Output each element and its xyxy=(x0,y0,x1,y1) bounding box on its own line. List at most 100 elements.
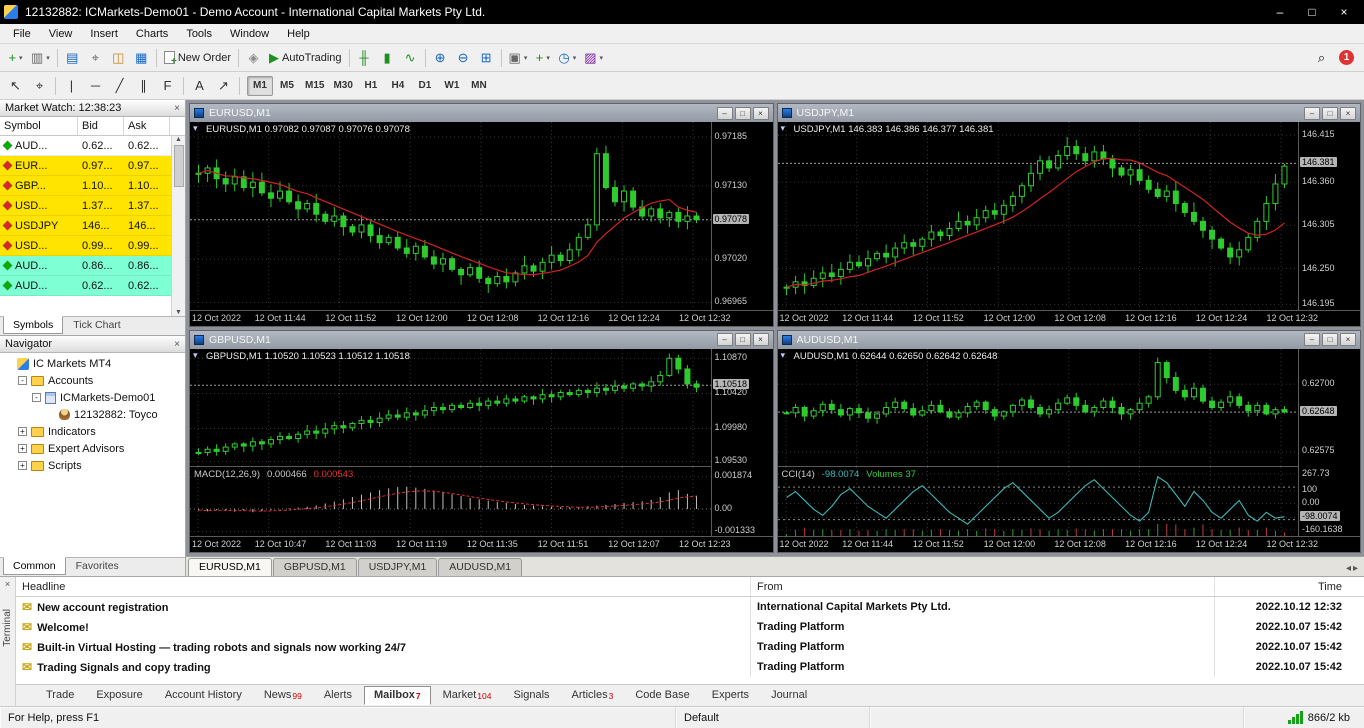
timeframe-w1[interactable]: W1 xyxy=(439,76,465,96)
menu-file[interactable]: File xyxy=(4,26,40,42)
mail-row-built-in-virtual-hosting-tradi[interactable]: ✉Built-in Virtual Hosting — trading robo… xyxy=(16,637,1364,657)
market-watch-close-icon[interactable]: × xyxy=(174,103,180,114)
search-button[interactable]: ⌕ xyxy=(1310,47,1333,69)
terminal-close-icon[interactable]: × xyxy=(5,579,10,589)
crosshair-button[interactable]: ⌖ xyxy=(28,75,51,97)
zoom-in-button[interactable]: ⊕ xyxy=(429,47,452,69)
profiles-button[interactable]: ▥▾ xyxy=(27,47,54,69)
new-chart-button[interactable]: +▾ xyxy=(4,47,27,69)
fibonacci-button[interactable]: F xyxy=(156,75,179,97)
maximize-button[interactable]: □ xyxy=(1296,2,1328,22)
close-button[interactable]: × xyxy=(1328,2,1360,22)
metaeditor-button[interactable]: ◈ xyxy=(242,47,265,69)
collapse-icon[interactable]: - xyxy=(18,376,27,385)
terminal-tab-account-history[interactable]: Account History xyxy=(155,686,252,705)
tree-item-12132882-toyco[interactable]: 12132882: Toyco xyxy=(0,406,185,423)
periods-button[interactable]: ◷▾ xyxy=(554,47,580,69)
chart-titlebar-gbpusd[interactable]: GBPUSD,M1–□× xyxy=(190,331,773,349)
horizontal-line-button[interactable]: ─ xyxy=(84,75,107,97)
tab-common[interactable]: Common xyxy=(3,557,66,575)
market-watch-row-aud[interactable]: AUD...0.86...0.86... xyxy=(0,256,171,276)
auto-arrange-button[interactable]: ▣▾ xyxy=(505,47,532,69)
bar-chart-button[interactable]: ╫ xyxy=(353,47,376,69)
chart-plot-eurusd[interactable]: 0.971850.971300.970780.970200.9696512 Oc… xyxy=(190,122,773,326)
chart-plot-usdjpy[interactable]: 146.415146.381146.360146.305146.250146.1… xyxy=(778,122,1361,326)
chart-restore-button[interactable]: □ xyxy=(1322,107,1338,120)
menu-help[interactable]: Help xyxy=(278,26,319,42)
market-watch-row-usd[interactable]: USD...1.37...1.37... xyxy=(0,196,171,216)
terminal-tab-news[interactable]: News99 xyxy=(254,686,312,705)
terminal-tab-trade[interactable]: Trade xyxy=(36,686,84,705)
tree-item-scripts[interactable]: +Scripts xyxy=(0,457,185,474)
tile-windows-button[interactable]: ⊞ xyxy=(475,47,498,69)
trendline-button[interactable]: ╱ xyxy=(108,75,131,97)
chart-close-button[interactable]: × xyxy=(753,333,769,346)
chart-restore-button[interactable]: □ xyxy=(735,107,751,120)
terminal-tab-code-base[interactable]: Code Base xyxy=(625,686,699,705)
one-click-trading-icon[interactable]: ▾ xyxy=(781,123,786,134)
chart-tab-audusd-m1[interactable]: AUDUSD,M1 xyxy=(438,558,522,576)
timeframe-m1[interactable]: M1 xyxy=(247,76,273,96)
chart-plot-audusd[interactable]: CCI(14)-98.0074Volumes 370.627000.626480… xyxy=(778,349,1361,553)
navigator-button[interactable]: ◫ xyxy=(107,47,130,69)
chart-tab-gbpusd-m1[interactable]: GBPUSD,M1 xyxy=(273,558,357,576)
autotrading-button[interactable]: ▶AutoTrading xyxy=(265,47,346,69)
terminal-tab-signals[interactable]: Signals xyxy=(503,686,559,705)
chart-titlebar-audusd[interactable]: AUDUSD,M1–□× xyxy=(778,331,1361,349)
terminal-tab-mailbox[interactable]: Mailbox7 xyxy=(364,686,431,705)
one-click-trading-icon[interactable]: ▾ xyxy=(193,123,198,134)
timeframe-h1[interactable]: H1 xyxy=(358,76,384,96)
tab-favorites[interactable]: Favorites xyxy=(66,558,129,575)
chart-tab-eurusd-m1[interactable]: EURUSD,M1 xyxy=(188,558,272,576)
terminal-tab-alerts[interactable]: Alerts xyxy=(314,686,362,705)
terminal-tab-exposure[interactable]: Exposure xyxy=(86,686,152,705)
mail-row-trading-signals-and-copy-tradi[interactable]: ✉Trading Signals and copy tradingTrading… xyxy=(16,657,1364,677)
minimize-button[interactable]: – xyxy=(1264,2,1296,22)
timeframe-h4[interactable]: H4 xyxy=(385,76,411,96)
tab-tick-chart[interactable]: Tick Chart xyxy=(63,317,130,334)
market-watch-scrollbar[interactable]: ▲ ▼ xyxy=(171,136,185,316)
market-watch-row-usdjpy[interactable]: USDJPY146...146... xyxy=(0,216,171,236)
tree-item-icmarkets-demo01[interactable]: -ICMarkets-Demo01 xyxy=(0,389,185,406)
chart-minimize-button[interactable]: – xyxy=(717,333,733,346)
zoom-out-button[interactable]: ⊖ xyxy=(452,47,475,69)
scroll-thumb[interactable] xyxy=(174,145,184,187)
chart-restore-button[interactable]: □ xyxy=(735,333,751,346)
chart-close-button[interactable]: × xyxy=(1340,107,1356,120)
chart-minimize-button[interactable]: – xyxy=(1304,107,1320,120)
chart-tab-usdjpy-m1[interactable]: USDJPY,M1 xyxy=(358,558,438,576)
scroll-down-icon[interactable]: ▼ xyxy=(175,309,182,316)
one-click-trading-icon[interactable]: ▾ xyxy=(193,350,198,361)
mail-row-new-account-registration[interactable]: ✉New account registrationInternational C… xyxy=(16,597,1364,617)
chart-restore-button[interactable]: □ xyxy=(1322,333,1338,346)
chart-close-button[interactable]: × xyxy=(1340,333,1356,346)
timeframe-m30[interactable]: M30 xyxy=(329,76,356,96)
market-watch-row-eur[interactable]: EUR...0.97...0.97... xyxy=(0,156,171,176)
market-watch-row-gbp[interactable]: GBP...1.10...1.10... xyxy=(0,176,171,196)
terminal-tab-journal[interactable]: Journal xyxy=(761,686,817,705)
data-window-button[interactable]: ⌖ xyxy=(84,47,107,69)
chart-titlebar-usdjpy[interactable]: USDJPY,M1–□× xyxy=(778,104,1361,122)
terminal-tab-articles[interactable]: Articles3 xyxy=(562,686,624,705)
line-chart-button[interactable]: ∿ xyxy=(399,47,422,69)
chart-minimize-button[interactable]: – xyxy=(717,107,733,120)
collapse-icon[interactable]: - xyxy=(32,393,41,402)
status-profile[interactable]: Default xyxy=(676,707,870,728)
tab-symbols[interactable]: Symbols xyxy=(3,316,63,334)
vertical-line-button[interactable]: | xyxy=(60,75,83,97)
timeframe-d1[interactable]: D1 xyxy=(412,76,438,96)
one-click-trading-icon[interactable]: ▾ xyxy=(781,350,786,361)
navigator-close-icon[interactable]: × xyxy=(174,339,180,350)
tree-item-ic-markets-mt4[interactable]: IC Markets MT4 xyxy=(0,355,185,372)
menu-window[interactable]: Window xyxy=(221,26,278,42)
tree-item-indicators[interactable]: +Indicators xyxy=(0,423,185,440)
market-watch-row-aud[interactable]: AUD...0.62...0.62... xyxy=(0,276,171,296)
expand-icon[interactable]: + xyxy=(18,427,27,436)
timeframe-m5[interactable]: M5 xyxy=(274,76,300,96)
templates-button[interactable]: ▨▾ xyxy=(580,47,607,69)
notification-badge[interactable]: 1 xyxy=(1339,50,1354,65)
tree-item-expert-advisors[interactable]: +Expert Advisors xyxy=(0,440,185,457)
scroll-right-icon[interactable]: ▸ xyxy=(1353,563,1358,574)
new-order-button[interactable]: New Order xyxy=(160,47,235,69)
scroll-left-icon[interactable]: ◂ xyxy=(1346,563,1351,574)
